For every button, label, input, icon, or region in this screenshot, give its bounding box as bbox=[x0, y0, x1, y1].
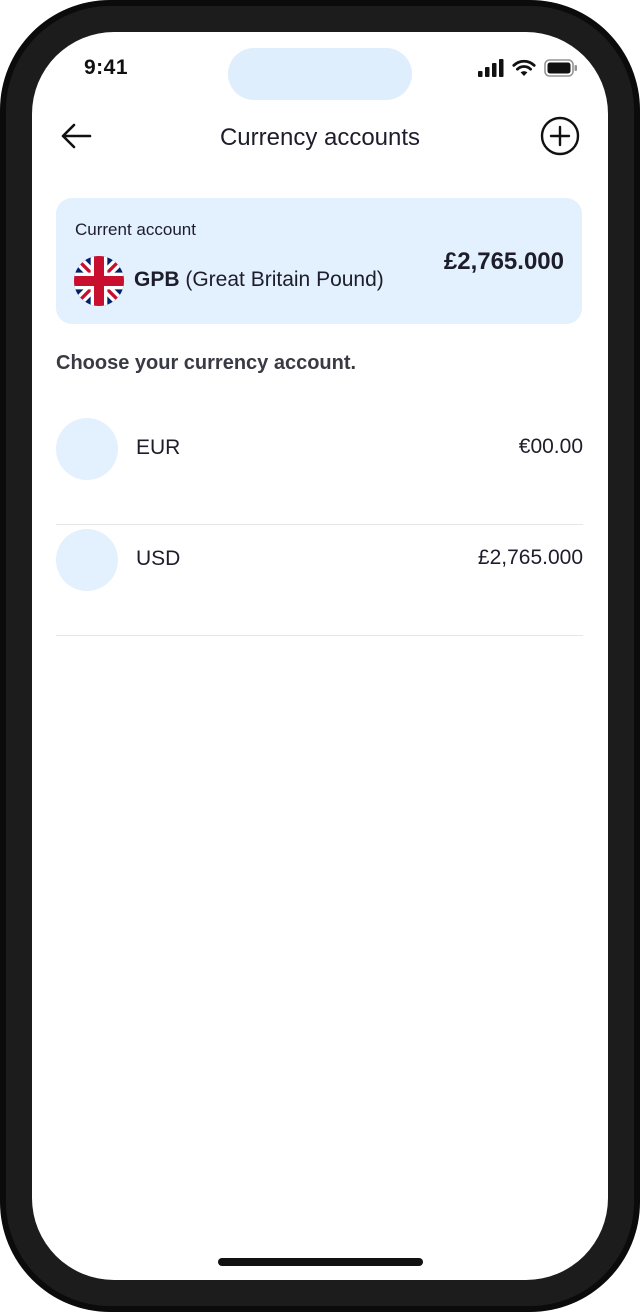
list-item-usd[interactable]: USD £2,765.000 bbox=[56, 524, 583, 636]
section-title: Choose your currency account. bbox=[56, 352, 357, 374]
home-indicator[interactable] bbox=[218, 1258, 423, 1266]
uk-flag-icon bbox=[74, 256, 124, 306]
wifi-icon bbox=[512, 59, 536, 77]
status-icons bbox=[478, 58, 578, 78]
currency-avatar bbox=[56, 418, 118, 480]
list-item-eur[interactable]: EUR €00.00 bbox=[56, 413, 583, 525]
current-currency-code: GPB bbox=[134, 268, 180, 291]
dynamic-island bbox=[228, 48, 412, 100]
currency-code: EUR bbox=[136, 436, 181, 459]
currency-code: USD bbox=[136, 547, 181, 570]
status-bar: 9:41 bbox=[32, 32, 608, 112]
signal-icon bbox=[478, 59, 504, 77]
add-account-button[interactable] bbox=[540, 116, 580, 156]
status-time: 9:41 bbox=[84, 56, 129, 79]
battery-icon bbox=[544, 59, 578, 77]
header: Currency accounts bbox=[32, 112, 608, 164]
plus-circle-icon bbox=[540, 116, 580, 160]
currency-balance: £2,765.000 bbox=[477, 546, 583, 569]
screen: 9:41 Currency accounts Current account G… bbox=[32, 32, 608, 1280]
page-title: Currency accounts bbox=[219, 124, 421, 151]
currency-balance: €00.00 bbox=[518, 435, 583, 458]
currency-avatar bbox=[56, 529, 118, 591]
phone-frame: 9:41 Currency accounts Current account G… bbox=[0, 0, 640, 1312]
current-account-balance: £2,765.000 bbox=[443, 248, 564, 275]
current-currency-name: (Great Britain Pound) bbox=[185, 268, 384, 291]
current-currency: GPB (Great Britain Pound) bbox=[134, 268, 384, 292]
current-account-label: Current account bbox=[75, 220, 196, 239]
current-account-card[interactable]: Current account GPB (Great Britain Pound… bbox=[56, 198, 582, 324]
